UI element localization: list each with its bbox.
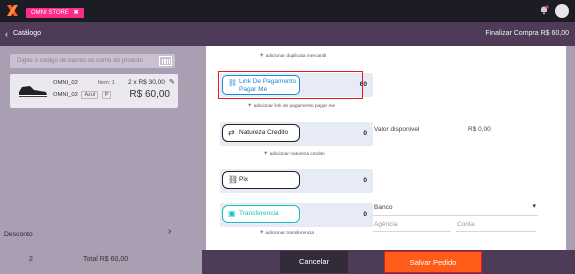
avatar[interactable] (555, 4, 569, 18)
transferencia-value[interactable]: 0 (363, 211, 367, 218)
back-chevron-icon[interactable]: ‹ (5, 29, 8, 39)
add-transferencia-label: adicionar transferencia (265, 231, 315, 236)
banco-label: Banco (374, 204, 393, 211)
add-natureza-credito-link[interactable]: + adicionar natureza credito (264, 151, 325, 157)
page-title: Catálogo (13, 30, 42, 37)
top-icons (539, 4, 569, 18)
cancel-button[interactable]: Cancelar (280, 251, 348, 273)
edit-pencil-icon[interactable]: ✎ (169, 78, 175, 86)
catalog-pane: Digite o código de barras ou nome do pro… (0, 46, 202, 274)
omni-logo-icon (7, 5, 18, 16)
item-line: Item: 1 (98, 80, 115, 86)
cart-item[interactable]: OMNI_02 Item: 1 2 x R$ 30,00 ✎ OMNI_02 A… (10, 74, 178, 108)
pix-label: Pix (239, 176, 249, 183)
store-tab[interactable]: OMNI STORE ✖ (26, 8, 84, 18)
transferencia-button[interactable]: ▣ Transferencia (222, 205, 300, 223)
natureza-credito-row[interactable]: ⇄ Natureza Credito 0 (220, 122, 373, 146)
add-transferencia-link[interactable]: + adicionar transferencia (260, 230, 314, 236)
item-code-row: OMNI_02 Azul P (53, 91, 112, 99)
item-quantity-price: 2 x R$ 30,00 (128, 79, 165, 86)
pix-row[interactable]: ⛓ Pix 0 (220, 169, 373, 193)
conta-field[interactable]: Conta (456, 218, 536, 232)
top-bar: OMNI STORE ✖ (0, 0, 575, 22)
add-natureza-credito-label: adicionar natureza credito (269, 152, 325, 157)
product-search-input[interactable]: Digite o código de barras ou nome do pro… (10, 54, 175, 68)
item-size-chip: P (101, 91, 112, 99)
natureza-credito-value[interactable]: 0 (363, 130, 367, 137)
store-tab-label: OMNI STORE (31, 10, 69, 16)
valor-disponivel-value: R$ 0,00 (468, 126, 491, 133)
agencia-placeholder: Agência (374, 221, 398, 228)
catalog-header: ‹ Catálogo Finalizar Compra R$ 60,00 (0, 22, 575, 46)
natureza-credito-button[interactable]: ⇄ Natureza Credito (222, 124, 300, 142)
conta-placeholder: Conta (457, 221, 475, 228)
finalizar-compra-text[interactable]: Finalizar Compra R$ 60,00 (485, 30, 569, 37)
desconto-chevron-icon[interactable]: › (168, 226, 171, 237)
plus-icon: + (260, 230, 264, 236)
add-duplicata-label: adicionar duplicata mercantil (265, 54, 327, 59)
transferencia-label: Transferencia (239, 210, 279, 217)
pix-value[interactable]: 0 (363, 177, 367, 184)
desconto-label[interactable]: Desconto (4, 231, 33, 238)
agencia-field[interactable]: Agência (373, 218, 451, 232)
item-code: OMNI_02 (53, 92, 78, 98)
highlight-box-link (218, 71, 363, 99)
add-duplicata-link[interactable]: + adicionar duplicata mercantil (260, 53, 326, 59)
notification-bell-icon[interactable] (539, 5, 549, 15)
save-order-button[interactable]: Salvar Pedido (384, 251, 482, 273)
item-total: R$ 60,00 (129, 89, 170, 100)
chevron-down-icon: ▾ (532, 203, 536, 210)
plus-icon: + (260, 53, 264, 59)
transfer-icon: ▣ (228, 209, 236, 218)
shoe-product-icon (19, 86, 47, 97)
natureza-credito-label: Natureza Credito (239, 129, 289, 136)
valor-disponivel-label: Valor disponivel (374, 126, 420, 133)
item-name: OMNI_02 (53, 80, 78, 86)
cart-total: Total R$ 60,00 (83, 256, 129, 263)
plus-icon: + (248, 103, 252, 109)
modal-footer: Cancelar Salvar Pedido (202, 250, 575, 274)
add-link-pagamento-label: adicionar link de pagamento pagar me (253, 104, 336, 109)
add-link-pagamento-link[interactable]: + adicionar link de pagamento pagar me (248, 103, 335, 109)
item-count: 2 (29, 256, 33, 263)
pix-button[interactable]: ⛓ Pix (222, 171, 300, 189)
transferencia-row[interactable]: ▣ Transferencia 0 (220, 203, 373, 227)
payment-modal: + adicionar duplicata mercantil ⛓ Link De… (206, 46, 566, 250)
barcode-icon[interactable] (159, 56, 172, 66)
swap-arrows-icon: ⇄ (228, 128, 235, 137)
banco-select[interactable]: Banco ▾ (373, 202, 538, 216)
plus-icon: + (264, 151, 268, 157)
pix-link-icon: ⛓ (228, 175, 239, 184)
item-color-chip: Azul (81, 91, 99, 99)
tab-close-icon[interactable]: ✖ (74, 10, 79, 16)
